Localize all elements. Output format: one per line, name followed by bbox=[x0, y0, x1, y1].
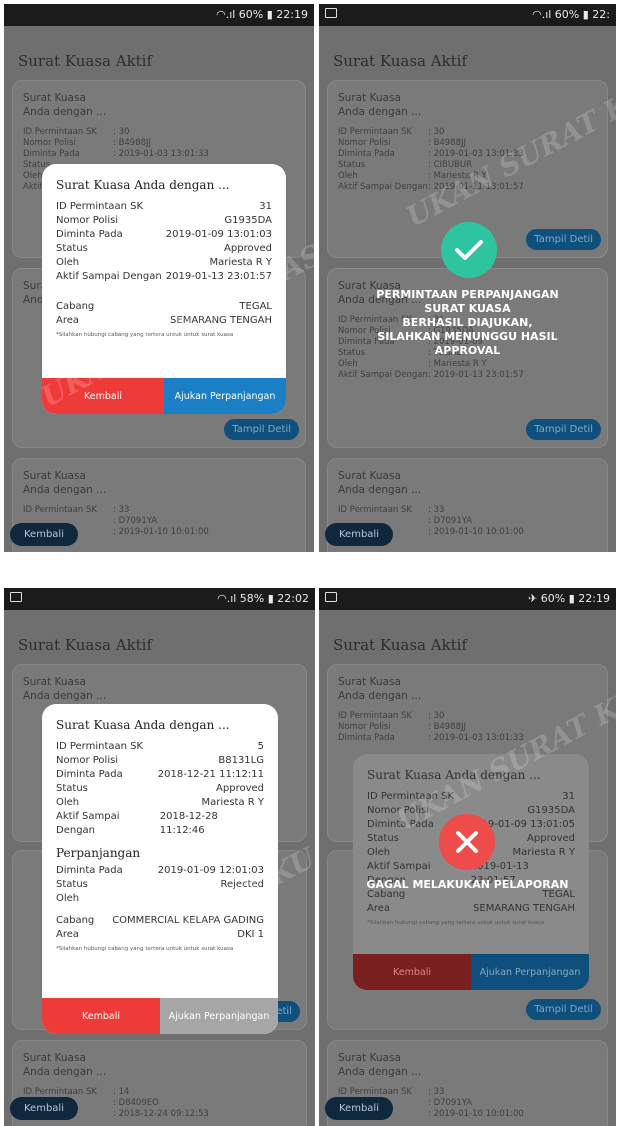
back-button[interactable]: Kembali bbox=[10, 1097, 78, 1120]
status-bar: ◠.ıl 60% ▮ 22: bbox=[319, 4, 616, 26]
dialog-note: *Silahkan hubungi cabang yang tertera un… bbox=[367, 920, 545, 926]
image-icon bbox=[325, 8, 337, 18]
card-subtitle: Anda dengan ... bbox=[23, 106, 107, 118]
card-subtitle: Anda dengan ... bbox=[338, 106, 422, 118]
status-indicators: ◠.ıl 60% ▮ 22:19 bbox=[216, 8, 308, 21]
screen-report-failed: ✈ 60% ▮ 22:19 Surat Kuasa Aktif Surat Ku… bbox=[319, 588, 616, 1126]
image-icon bbox=[325, 592, 337, 602]
dialog-row: Aktif Sampai Dengan 2018-12-28 11:12:46 bbox=[56, 811, 218, 836]
dialog-row: Area SEMARANG TENGAH bbox=[367, 903, 575, 914]
card-title: Surat Kuasa bbox=[23, 1052, 86, 1064]
back-button[interactable]: Kembali bbox=[10, 523, 78, 546]
status-bar: ✈ 60% ▮ 22:19 bbox=[319, 588, 616, 610]
success-check-icon bbox=[441, 222, 497, 278]
card-title: Surat Kuasa bbox=[338, 470, 401, 482]
dialog-row: Oleh Mariesta R Y bbox=[56, 797, 264, 808]
card-subtitle: Anda dengan ... bbox=[23, 484, 107, 496]
card-row: Aktif Sampai Dengan: 2019-01-13 23:01:57 bbox=[338, 370, 524, 380]
card-row: Nomor Polisi: B4988JJ bbox=[23, 138, 152, 148]
screen-dialog-approved: ◠.ıl 60% ▮ 22:19 Surat Kuasa Aktif Surat… bbox=[4, 4, 314, 552]
dialog-row: Nomor Polisi G1935DA bbox=[56, 215, 272, 226]
detail-button[interactable]: Tampil Detil bbox=[526, 999, 601, 1020]
card-title: Surat Kuasa bbox=[23, 470, 86, 482]
card-title: Surat Kuasa bbox=[338, 92, 401, 104]
status-indicators: ✈ 60% ▮ 22:19 bbox=[528, 592, 610, 605]
dialog-row: Nomor Polisi B8131LG bbox=[56, 755, 264, 766]
card-subtitle: Anda dengan ... bbox=[338, 1066, 422, 1078]
screen-extension-success: ◠.ıl 60% ▮ 22: Surat Kuasa Aktif Surat K… bbox=[319, 4, 616, 552]
status-bar: ◠.ıl 58% ▮ 22:02 bbox=[4, 588, 315, 610]
page-title: Surat Kuasa Aktif bbox=[333, 52, 468, 70]
dialog-title: Surat Kuasa Anda dengan ... bbox=[56, 178, 230, 192]
card-row: Diminta Pada: 2019-01-03 13:01:33 bbox=[23, 149, 209, 159]
dialog-title: Surat Kuasa Anda dengan ... bbox=[56, 718, 230, 732]
card-title: Surat Kuasa bbox=[338, 1052, 401, 1064]
status-indicators: ◠.ıl 58% ▮ 22:02 bbox=[217, 592, 309, 605]
card-title: Surat Kuasa bbox=[338, 676, 401, 688]
page-title: Surat Kuasa Aktif bbox=[333, 636, 468, 654]
back-button[interactable]: Kembali bbox=[325, 523, 393, 546]
dialog-row: Status Approved bbox=[56, 243, 272, 254]
status-indicators: ◠.ıl 60% ▮ 22: bbox=[532, 8, 610, 21]
error-x-icon bbox=[439, 814, 495, 870]
request-extension-button[interactable]: Ajukan Perpanjangan bbox=[471, 954, 589, 990]
detail-button[interactable]: Tampil Detil bbox=[224, 419, 299, 440]
card-subtitle: Anda dengan ... bbox=[338, 484, 422, 496]
card-subtitle: Anda dengan ... bbox=[338, 690, 422, 702]
dialog-row: Status Approved bbox=[56, 783, 264, 794]
screen-dialog-rejected: ◠.ıl 58% ▮ 22:02 Surat Kuasa Aktif Surat… bbox=[4, 588, 315, 1126]
success-message: PERMINTAAN PERPANJANGAN SURAT KUASA BERH… bbox=[376, 288, 559, 357]
page-title: Surat Kuasa Aktif bbox=[18, 636, 153, 654]
extension-section-title: Perpanjangan bbox=[56, 846, 141, 860]
card-row: ID Permintaan SK: 30 bbox=[23, 127, 130, 137]
back-button[interactable]: Kembali bbox=[325, 1097, 393, 1120]
detail-button[interactable]: Tampil Detil bbox=[526, 419, 601, 440]
card-title: Surat Kuasa bbox=[23, 92, 86, 104]
back-button[interactable]: Kembali bbox=[42, 998, 160, 1034]
image-icon bbox=[10, 592, 22, 602]
card-row: ID Permintaan SK: 33 bbox=[338, 505, 445, 515]
dialog-row: Diminta Pada 2019-01-09 13:01:03 bbox=[56, 229, 272, 240]
back-button[interactable]: Kembali bbox=[353, 954, 471, 990]
dialog-row: Diminta Pada 2018-12-21 11:12:11 bbox=[56, 769, 264, 780]
card-title: Surat Kuasa bbox=[23, 676, 86, 688]
request-extension-button-disabled[interactable]: Ajukan Perpanjangan bbox=[160, 998, 278, 1034]
card-subtitle: Anda dengan ... bbox=[23, 690, 107, 702]
card-row: Oleh: Mariesta R Y bbox=[338, 359, 487, 369]
status-bar: ◠.ıl 60% ▮ 22:19 bbox=[4, 4, 314, 26]
card-subtitle: Anda dengan ... bbox=[23, 1066, 107, 1078]
request-extension-button[interactable]: Ajukan Perpanjangan bbox=[164, 378, 286, 414]
card-row: ID Permintaan SK: 33 bbox=[23, 505, 130, 515]
dialog-row: ID Permintaan SK 5 bbox=[56, 741, 264, 752]
detail-button[interactable]: Tampil Detil bbox=[526, 229, 601, 250]
dialog-row: ID Permintaan SK 31 bbox=[56, 201, 272, 212]
page-title: Surat Kuasa Aktif bbox=[18, 52, 153, 70]
dialog-row: Oleh Mariesta R Y bbox=[56, 257, 272, 268]
error-message: GAGAL MELAKUKAN PELAPORAN bbox=[366, 878, 569, 891]
